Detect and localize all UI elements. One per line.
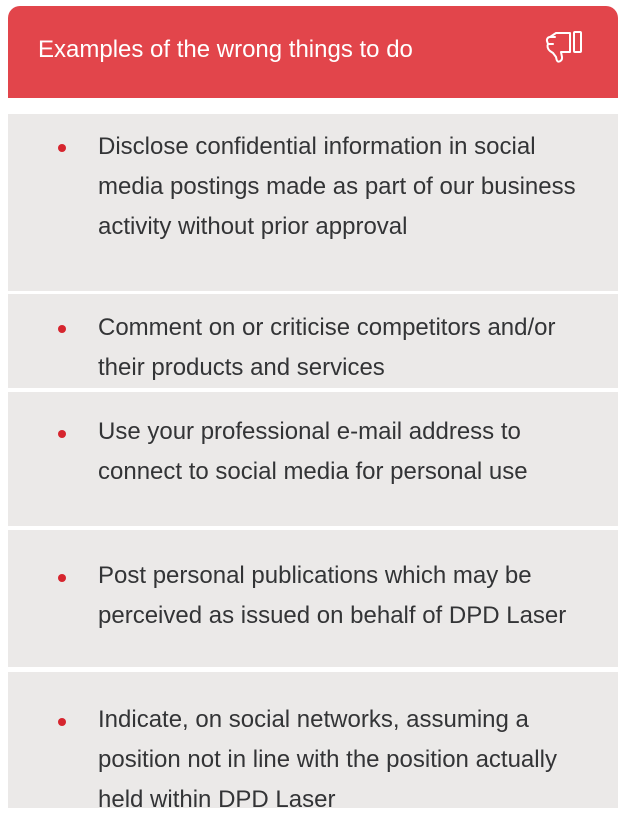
list-item-text: Disclose confidential information in soc… [98, 133, 576, 240]
card-header: Examples of the wrong things to do [8, 6, 618, 98]
list-item: Comment on or criticise competitors and/… [8, 294, 618, 388]
list-item: Indicate, on social networks, assuming a… [8, 672, 618, 813]
bullet-icon [58, 430, 66, 438]
list-item-text: Indicate, on social networks, assuming a… [98, 706, 557, 813]
bullet-icon [58, 718, 66, 726]
wrong-things-card: Examples of the wrong things to do Discl… [0, 0, 632, 814]
list-item: Use your professional e-mail address to … [8, 392, 618, 526]
bullet-icon [58, 144, 66, 152]
list-item-text: Post personal publications which may be … [98, 562, 567, 629]
bullet-icon [58, 574, 66, 582]
bullet-icon [58, 325, 66, 333]
thumbs-down-icon [541, 28, 591, 68]
list-item: Disclose confidential information in soc… [8, 114, 618, 291]
list-item-text: Use your professional e-mail address to … [98, 418, 528, 485]
header-gap [8, 98, 618, 110]
header-title: Examples of the wrong things to do [38, 36, 413, 63]
list-item-text: Comment on or criticise competitors and/… [98, 314, 556, 381]
list-item: Post personal publications which may be … [8, 530, 618, 667]
